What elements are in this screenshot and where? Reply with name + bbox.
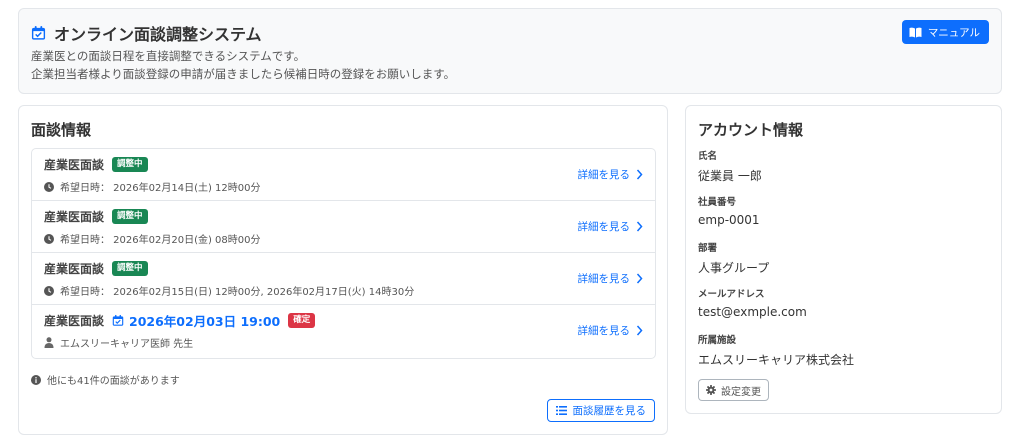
interview-name: 産業医面談 — [44, 157, 105, 172]
detail-link-label: 詳細を見る — [577, 221, 631, 233]
detail-link-label: 詳細を見る — [577, 169, 631, 181]
settings-change-label: 設定変更 — [721, 386, 761, 398]
header-card: オンライン面談調整システム 産業医との面談日程を直接調整できるシステムです。 企… — [18, 8, 1002, 94]
chevron-right-icon — [636, 273, 643, 284]
clock-icon — [44, 233, 54, 244]
header-title-row: オンライン面談調整システム — [31, 21, 262, 45]
detail-link-label: 詳細を見る — [577, 325, 631, 337]
field-label: 氏名 — [698, 151, 718, 162]
description-line-1: 産業医との面談日程を直接調整できるシステムです。 — [31, 49, 306, 63]
detail-link-label: 詳細を見る — [577, 273, 631, 285]
interview-row[interactable]: 産業医面談 調整中 希望日時： 2026年02月15日(日) 12時00分, 2… — [32, 253, 655, 305]
chevron-right-icon — [636, 169, 643, 180]
confirmed-date: 2026年02月03日 19:00 — [112, 311, 280, 330]
status-badge: 調整中 — [112, 156, 148, 172]
field-value: 人事グループ — [698, 261, 770, 275]
confirmed-date-text: 2026年02月03日 19:00 — [129, 313, 281, 329]
field-label: メールアドレス — [698, 289, 765, 300]
clock-icon — [44, 181, 54, 192]
field-value: エムスリーキャリア株式会社 — [698, 353, 855, 367]
interview-row[interactable]: 産業医面談 調整中 希望日時： 2026年02月20日(金) 08時00分 詳細… — [32, 201, 655, 253]
status-badge: 調整中 — [112, 260, 148, 276]
detail-link[interactable]: 詳細を見る — [578, 219, 644, 234]
account-field-employee-id: 社員番号 emp-0001 — [698, 194, 760, 227]
interview-info-title: 面談情報 — [31, 121, 92, 139]
info-icon — [31, 374, 41, 385]
interview-history-label: 面談履歴を見る — [572, 405, 647, 417]
field-value: emp-0001 — [698, 213, 760, 227]
detail-link[interactable]: 詳細を見る — [578, 323, 644, 338]
detail-link[interactable]: 詳細を見る — [578, 271, 644, 286]
interview-history-button[interactable]: 面談履歴を見る — [546, 399, 655, 422]
account-field-name: 氏名 従業員 一郎 — [698, 148, 762, 184]
account-field-email: メールアドレス test@exmple.com — [698, 286, 807, 319]
description-line-2: 企業担当者様より面談登録の申請が届きましたら候補日時の登録をお願いします。 — [31, 67, 456, 81]
interview-row[interactable]: 産業医面談 2026年02月03日 19:00 確定 エムスリーキャリア医師 先… — [32, 305, 655, 358]
account-field-department: 部署 人事グループ — [698, 240, 769, 276]
others-count-text: 他にも41件の面談があります — [47, 376, 180, 387]
field-label: 社員番号 — [698, 197, 737, 208]
doctor-icon — [44, 337, 54, 348]
interview-name: 産業医面談 — [44, 209, 105, 224]
detail-link[interactable]: 詳細を見る — [578, 167, 644, 182]
field-label: 所属施設 — [698, 335, 737, 346]
status-badge: 調整中 — [112, 208, 148, 224]
doctor-name: エムスリーキャリア医師 先生 — [60, 339, 194, 350]
account-field-facility: 所属施設 エムスリーキャリア株式会社 — [698, 332, 854, 368]
status-badge: 確定 — [288, 312, 316, 328]
manual-button[interactable]: マニュアル — [901, 20, 989, 44]
interview-list: 産業医面談 調整中 希望日時： 2026年02月14日(土) 12時00分 詳細… — [31, 148, 656, 359]
interview-row[interactable]: 産業医面談 調整中 希望日時： 2026年02月14日(土) 12時00分 詳細… — [32, 149, 655, 201]
preferred-datetime: 希望日時： 2026年02月15日(日) 12時00分, 2026年02月17日… — [60, 287, 415, 298]
page-title: オンライン面談調整システム — [54, 25, 262, 44]
interview-name: 産業医面談 — [44, 313, 105, 328]
preferred-datetime: 希望日時： 2026年02月20日(金) 08時00分 — [60, 235, 261, 246]
interview-name: 産業医面談 — [44, 261, 105, 276]
field-value: 従業員 一郎 — [698, 169, 762, 183]
others-count-note: 他にも41件の面談があります — [31, 372, 180, 387]
chevron-right-icon — [636, 221, 643, 232]
manual-button-label: マニュアル — [927, 26, 980, 39]
gear-icon — [706, 385, 716, 395]
calendar-check-icon — [112, 314, 124, 326]
field-label: 部署 — [698, 243, 718, 254]
list-icon — [555, 406, 567, 415]
chevron-right-icon — [636, 325, 643, 336]
interview-info-card: 面談情報 産業医面談 調整中 希望日時： 2026年02月14日(土) 12時0… — [18, 105, 668, 435]
account-info-title: アカウント情報 — [698, 121, 804, 139]
account-info-card: アカウント情報 氏名 従業員 一郎 社員番号 emp-0001 部署 人事グルー… — [685, 105, 1002, 414]
settings-change-button[interactable]: 設定変更 — [698, 379, 769, 401]
field-value: test@exmple.com — [698, 305, 807, 319]
preferred-datetime: 希望日時： 2026年02月14日(土) 12時00分 — [60, 183, 261, 194]
book-icon — [909, 27, 922, 37]
clock-icon — [44, 285, 54, 296]
calendar-check-icon — [31, 25, 46, 40]
header-description: 産業医との面談日程を直接調整できるシステムです。 企業担当者様より面談登録の申請… — [31, 47, 455, 83]
